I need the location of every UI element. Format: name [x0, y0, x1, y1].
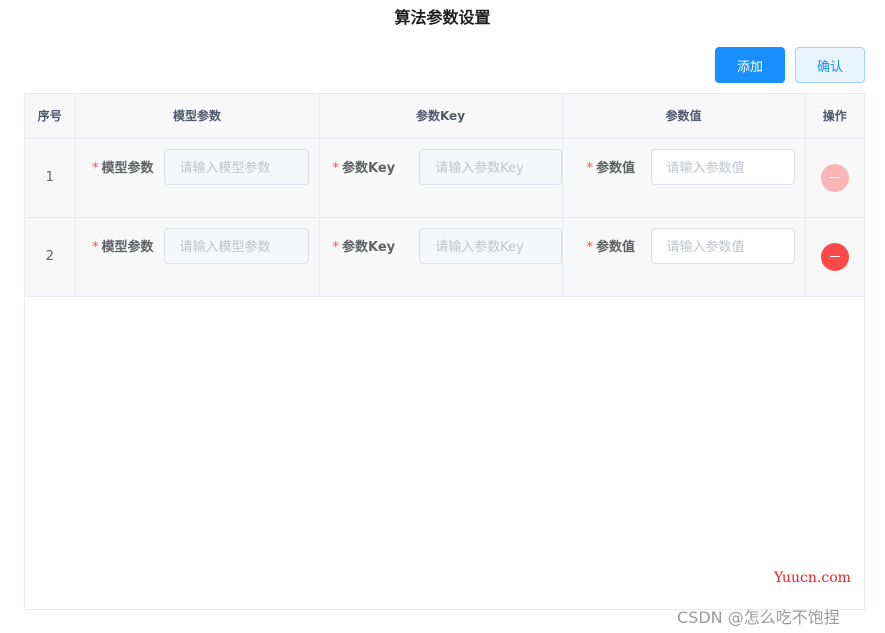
- header-model-param: 模型参数: [75, 94, 320, 139]
- minus-circle-icon: [829, 176, 840, 179]
- param-key-input[interactable]: 请输入参数Key: [419, 148, 562, 185]
- site-watermark: Yuucn.com: [774, 570, 851, 586]
- delete-row-button[interactable]: [820, 242, 849, 271]
- table-row: 1 *模型参数 请输入模型参数 *参数Key 请输入参数Key *参数值: [25, 138, 864, 218]
- actions-cell: [805, 138, 864, 218]
- header-param-value: 参数值: [562, 94, 806, 139]
- header-actions: 操作: [805, 94, 864, 139]
- delete-row-button[interactable]: [820, 163, 849, 192]
- table-row: 2 *模型参数 请输入模型参数 *参数Key 请输入参数Key *参数值: [25, 217, 864, 297]
- param-value-label: * 参数值: [586, 161, 636, 176]
- row-index: 1: [25, 138, 76, 218]
- add-button[interactable]: 添加: [715, 47, 785, 83]
- csdn-watermark: CSDN @怎么吃不饱捏: [677, 608, 840, 627]
- model-param-label: * 模型参数: [91, 161, 154, 176]
- param-key-label: * 参数Key: [332, 240, 396, 255]
- param-value-input[interactable]: 请输入参数值: [650, 148, 795, 185]
- actions-cell: [805, 217, 864, 297]
- required-mark: *: [332, 161, 340, 176]
- row-index: 2: [25, 217, 76, 297]
- param-key-cell: * 参数Key 请输入参数Key: [319, 138, 563, 218]
- param-value-cell: * 参数值 请输入参数值: [562, 217, 806, 297]
- model-param-cell: * 模型参数 请输入模型参数: [75, 138, 320, 218]
- model-param-input[interactable]: 请输入模型参数: [163, 148, 309, 185]
- params-table: 序号 模型参数 参数Key 参数值 操作 1 * 模型参数 请输入模型参数 * 参数: [24, 93, 865, 610]
- model-param-input[interactable]: 请输入模型参数: [163, 227, 309, 264]
- model-param-cell: * 模型参数 请输入模型参数: [75, 217, 320, 297]
- table-header-row: 序号 模型参数 参数Key 参数值 操作: [25, 94, 864, 139]
- confirm-button[interactable]: 确认: [795, 47, 865, 83]
- param-key-cell: * 参数Key 请输入参数Key: [319, 217, 563, 297]
- param-key-input[interactable]: 请输入参数Key: [419, 227, 562, 264]
- required-mark: *: [91, 240, 99, 255]
- header-index: 序号: [25, 94, 76, 139]
- param-value-label: * 参数值: [586, 240, 636, 255]
- dialog-title: 算法参数设置: [394, 8, 491, 27]
- param-value-cell: * 参数值 请输入参数值: [562, 138, 806, 218]
- param-value-input[interactable]: 请输入参数值: [650, 227, 795, 264]
- required-mark: *: [91, 161, 99, 176]
- model-param-label: * 模型参数: [91, 240, 154, 255]
- header-param-key: 参数Key: [319, 94, 563, 139]
- required-mark: *: [586, 240, 594, 255]
- required-mark: *: [586, 161, 594, 176]
- minus-circle-icon: [829, 255, 840, 258]
- param-key-label: * 参数Key: [332, 161, 396, 176]
- required-mark: *: [332, 240, 340, 255]
